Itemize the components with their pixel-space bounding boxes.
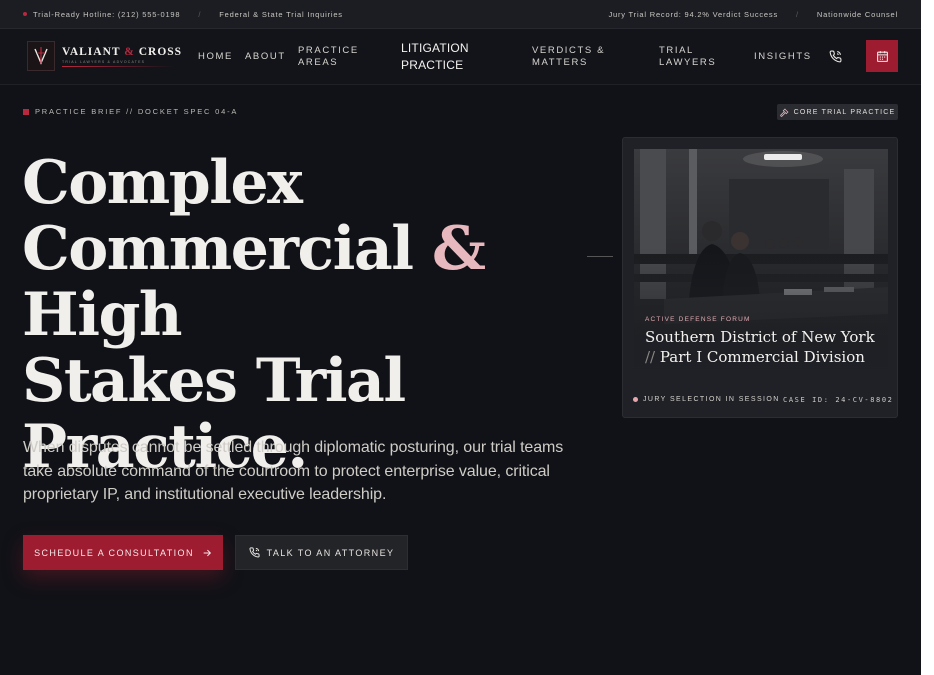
verdict-record-text: Jury Trial Record: 94.2% Verdict Success (608, 9, 778, 19)
nav-insights[interactable]: INSIGHTS (754, 51, 812, 63)
headline-rule (587, 256, 613, 257)
hero-headline: Complex Commercial & High Stakes Trial P… (22, 150, 622, 480)
hotline-link[interactable]: Trial-Ready Hotline: (212) 555-0198 (33, 10, 180, 19)
live-dot (633, 397, 638, 402)
calendar-button[interactable] (866, 40, 898, 72)
status-dot (23, 12, 27, 16)
phone-icon (249, 547, 260, 558)
gavel-icon (779, 107, 789, 117)
talk-to-attorney-button[interactable]: TALK TO AN ATTORNEY (235, 535, 408, 570)
session-status: JURY SELECTION IN SESSION (633, 396, 780, 403)
nav-about[interactable]: ABOUT (245, 51, 286, 63)
hero-lede: When disputes cannot be settled through … (23, 439, 564, 503)
case-id: CASE ID: 24-CV-8802 (783, 396, 894, 404)
core-trial-practice-badge: CORE TRIAL PRACTICE (777, 104, 898, 120)
brand-logo[interactable]: VALIANT & CROSS TRIAL LAWYERS & ADVOCATE… (27, 41, 182, 71)
nav-trial-lawyers[interactable]: TRIAL LAWYERS (659, 45, 716, 69)
brief-square-icon (23, 108, 29, 115)
schedule-consultation-button[interactable]: SCHEDULE A CONSULTATION (23, 535, 223, 570)
nav-home[interactable]: HOME (198, 51, 233, 63)
scales-logo-icon (27, 41, 55, 71)
nav-verdicts-matters[interactable]: VERDICTS & MATTERS (532, 45, 605, 69)
brand-tagline: TRIAL LAWYERS & ADVOCATES (62, 59, 146, 64)
nationwide-counsel-text: Nationwide Counsel (816, 9, 898, 19)
arrow-right-icon (203, 549, 211, 556)
scrollbar-track[interactable] (921, 0, 934, 675)
top-utility-bar: Trial-Ready Hotline: (212) 555-0198 / Fe… (0, 0, 921, 29)
nav-litigation-practice[interactable]: LITIGATION PRACTICE (401, 40, 469, 74)
brand-underline (62, 65, 174, 67)
brand-name: VALIANT & CROSS (62, 45, 183, 58)
main-navigation: VALIANT & CROSS TRIAL LAWYERS & ADVOCATE… (0, 29, 921, 85)
page: Trial-Ready Hotline: (212) 555-0198 / Fe… (0, 0, 921, 675)
nav-practice-areas[interactable]: PRACTICE AREAS (298, 45, 359, 69)
phone-icon[interactable] (826, 47, 844, 65)
court-title: Southern District of New York // Part I … (645, 328, 875, 366)
inquiries-link[interactable]: Federal & State Trial Inquiries (219, 10, 343, 19)
courtroom-case-card[interactable] (622, 137, 898, 418)
defense-forum-label: ACTIVE DEFENSE FORUM (645, 316, 751, 323)
separator: / (796, 9, 799, 19)
practice-brief-label: PRACTICE BRIEF // DOCKET SPEC 04-A (23, 107, 238, 116)
calendar-icon (876, 50, 888, 62)
separator: / (198, 9, 202, 19)
